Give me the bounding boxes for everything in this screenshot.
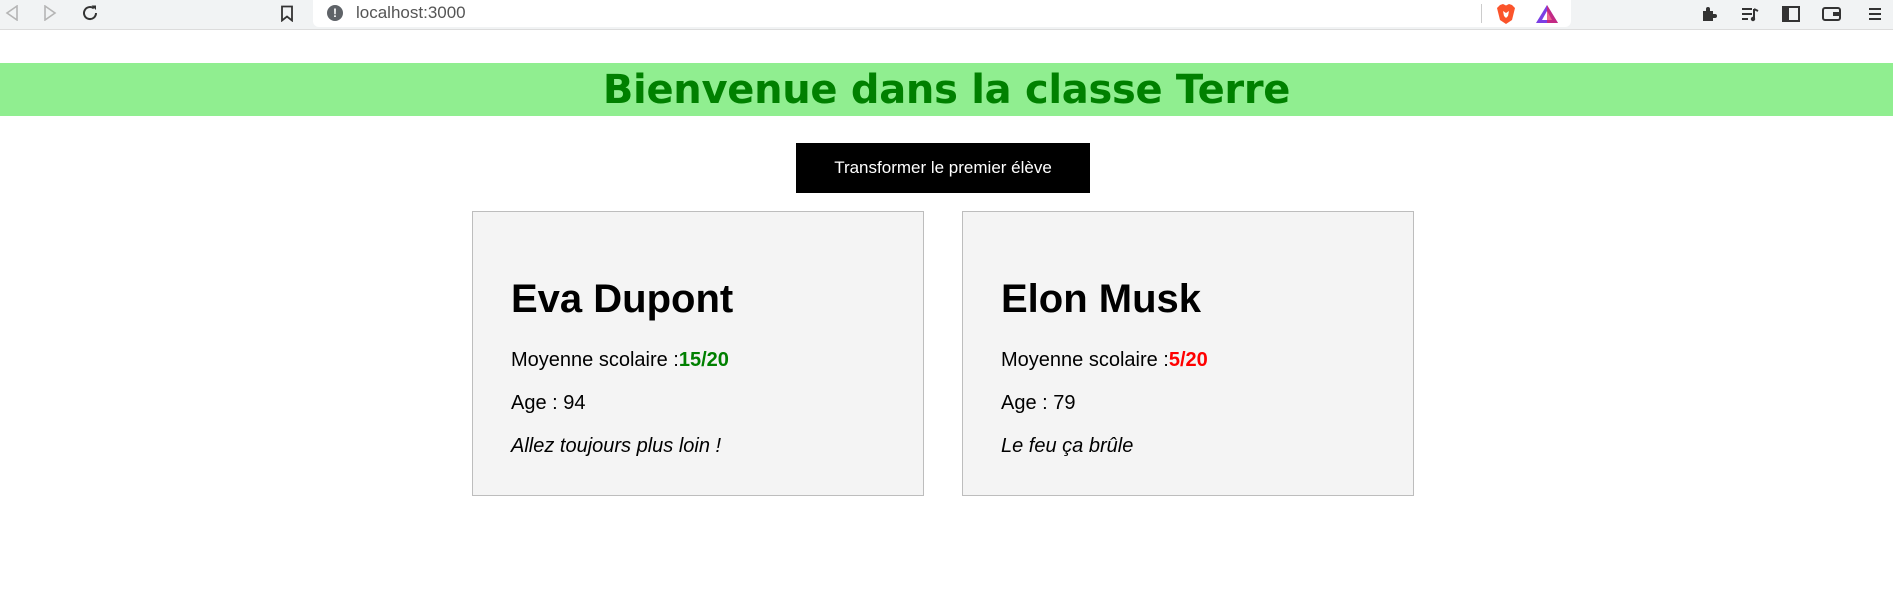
address-divider bbox=[1481, 4, 1482, 23]
brave-shields-icon[interactable] bbox=[1496, 3, 1516, 25]
student-average: Moyenne scolaire :5/20 bbox=[1001, 349, 1208, 372]
average-label: Moyenne scolaire : bbox=[1001, 349, 1169, 371]
welcome-banner: Bienvenue dans la classe Terre bbox=[0, 63, 1893, 116]
back-icon[interactable] bbox=[1, 2, 23, 24]
menu-icon[interactable] bbox=[1864, 3, 1886, 25]
average-value: 15/20 bbox=[678, 349, 729, 371]
student-quote: Le feu ça brûle bbox=[1001, 435, 1134, 457]
student-card: Elon Musk Moyenne scolaire :5/20 Age : 7… bbox=[962, 211, 1414, 496]
playlist-icon[interactable] bbox=[1739, 3, 1761, 25]
age-value: 94 bbox=[563, 392, 586, 414]
extensions-icon[interactable] bbox=[1698, 3, 1720, 25]
reload-icon[interactable] bbox=[79, 2, 101, 24]
transform-first-student-button[interactable]: Transformer le premier élève bbox=[796, 143, 1090, 193]
wallet-icon[interactable] bbox=[1821, 3, 1843, 25]
average-value: 5/20 bbox=[1168, 349, 1208, 371]
average-label: Moyenne scolaire : bbox=[511, 349, 679, 371]
brave-rewards-icon[interactable] bbox=[1535, 4, 1559, 24]
sidebar-icon[interactable] bbox=[1780, 3, 1802, 25]
address-bar[interactable]: ! localhost:3000 bbox=[313, 0, 1571, 27]
student-average: Moyenne scolaire :15/20 bbox=[511, 349, 729, 372]
student-name: Elon Musk bbox=[1001, 277, 1202, 321]
student-card: Eva Dupont Moyenne scolaire :15/20 Age :… bbox=[472, 211, 924, 496]
age-label: Age : bbox=[1001, 392, 1054, 414]
age-label: Age : bbox=[511, 392, 564, 414]
student-age: Age : 79 bbox=[1001, 392, 1076, 415]
bookmark-icon[interactable] bbox=[276, 2, 298, 24]
forward-icon[interactable] bbox=[39, 2, 61, 24]
age-value: 79 bbox=[1053, 392, 1076, 414]
page-title: Bienvenue dans la classe Terre bbox=[602, 66, 1291, 113]
student-name: Eva Dupont bbox=[511, 277, 734, 321]
student-age: Age : 94 bbox=[511, 392, 586, 415]
student-quote: Allez toujours plus loin ! bbox=[511, 435, 722, 457]
browser-toolbar: ! localhost:3000 bbox=[0, 0, 1893, 30]
site-info-icon[interactable]: ! bbox=[327, 5, 343, 21]
url-text[interactable]: localhost:3000 bbox=[356, 3, 466, 23]
